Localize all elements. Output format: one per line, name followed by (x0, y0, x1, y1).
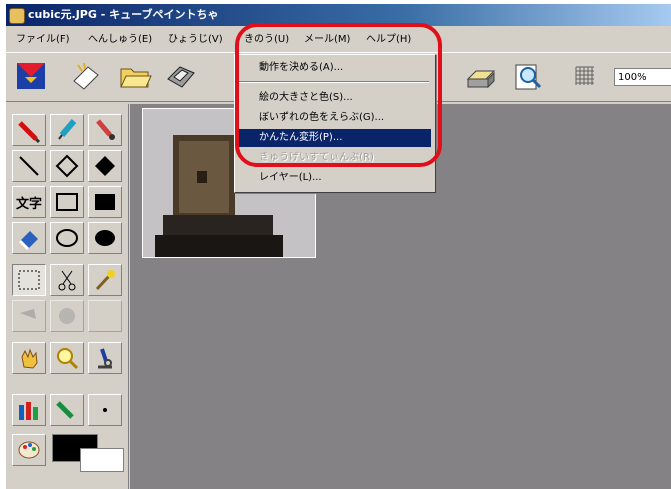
filled-rectangle-icon[interactable] (88, 186, 122, 218)
rectangle-icon[interactable] (50, 186, 84, 218)
palette-icon[interactable] (12, 434, 46, 466)
new-icon[interactable] (70, 59, 104, 93)
zoom-field[interactable]: 100% (614, 68, 671, 86)
pencil-icon[interactable] (12, 114, 46, 146)
select-rect-icon[interactable] (12, 264, 46, 296)
app-icon (9, 8, 25, 24)
filled-ellipse-icon[interactable] (88, 222, 122, 254)
app-window: cubic元.JPG - キューブペイントちゃ ファイル(F) へんしゅう(E)… (6, 4, 671, 489)
preview-icon[interactable] (510, 59, 544, 93)
save-icon[interactable] (164, 59, 198, 93)
eraser-icon[interactable] (12, 222, 46, 254)
pen-icon[interactable] (50, 114, 84, 146)
polygon-icon[interactable] (50, 150, 84, 182)
paint-tubes-icon[interactable] (12, 394, 46, 426)
app-logo-icon[interactable] (14, 59, 48, 93)
menu-edit[interactable]: へんしゅう(E) (84, 30, 156, 50)
magic-wand-icon[interactable] (88, 264, 122, 296)
text-tool[interactable]: 文字 (12, 186, 46, 218)
menu-file[interactable]: ファイル(F) (12, 30, 74, 50)
open-folder-icon[interactable] (118, 59, 152, 93)
cut-select-icon[interactable] (50, 264, 84, 296)
dot-size-icon[interactable] (88, 394, 122, 426)
brush-icon[interactable] (88, 114, 122, 146)
highlight-annotation (235, 23, 442, 167)
toolbox: 文字 (6, 104, 129, 489)
microscope-icon[interactable] (88, 342, 122, 374)
line-icon[interactable] (12, 150, 46, 182)
background-color-swatch[interactable] (80, 448, 124, 472)
magnifier-icon[interactable] (50, 342, 84, 374)
print-icon[interactable] (464, 59, 498, 93)
marker-icon[interactable] (50, 394, 84, 426)
window-title: cubic元.JPG - キューブペイントちゃ (28, 8, 219, 21)
grid-icon[interactable] (568, 59, 602, 93)
blur-icon[interactable] (50, 300, 84, 332)
empty-tool-slot (88, 300, 122, 332)
ellipse-icon[interactable] (50, 222, 84, 254)
menu-view[interactable]: ひょうじ(V) (164, 30, 227, 50)
stamp-icon[interactable] (12, 300, 46, 332)
hand-icon[interactable] (12, 342, 46, 374)
filled-polygon-icon[interactable] (88, 150, 122, 182)
menu-item-layer[interactable]: レイヤー(L)... (237, 169, 431, 187)
